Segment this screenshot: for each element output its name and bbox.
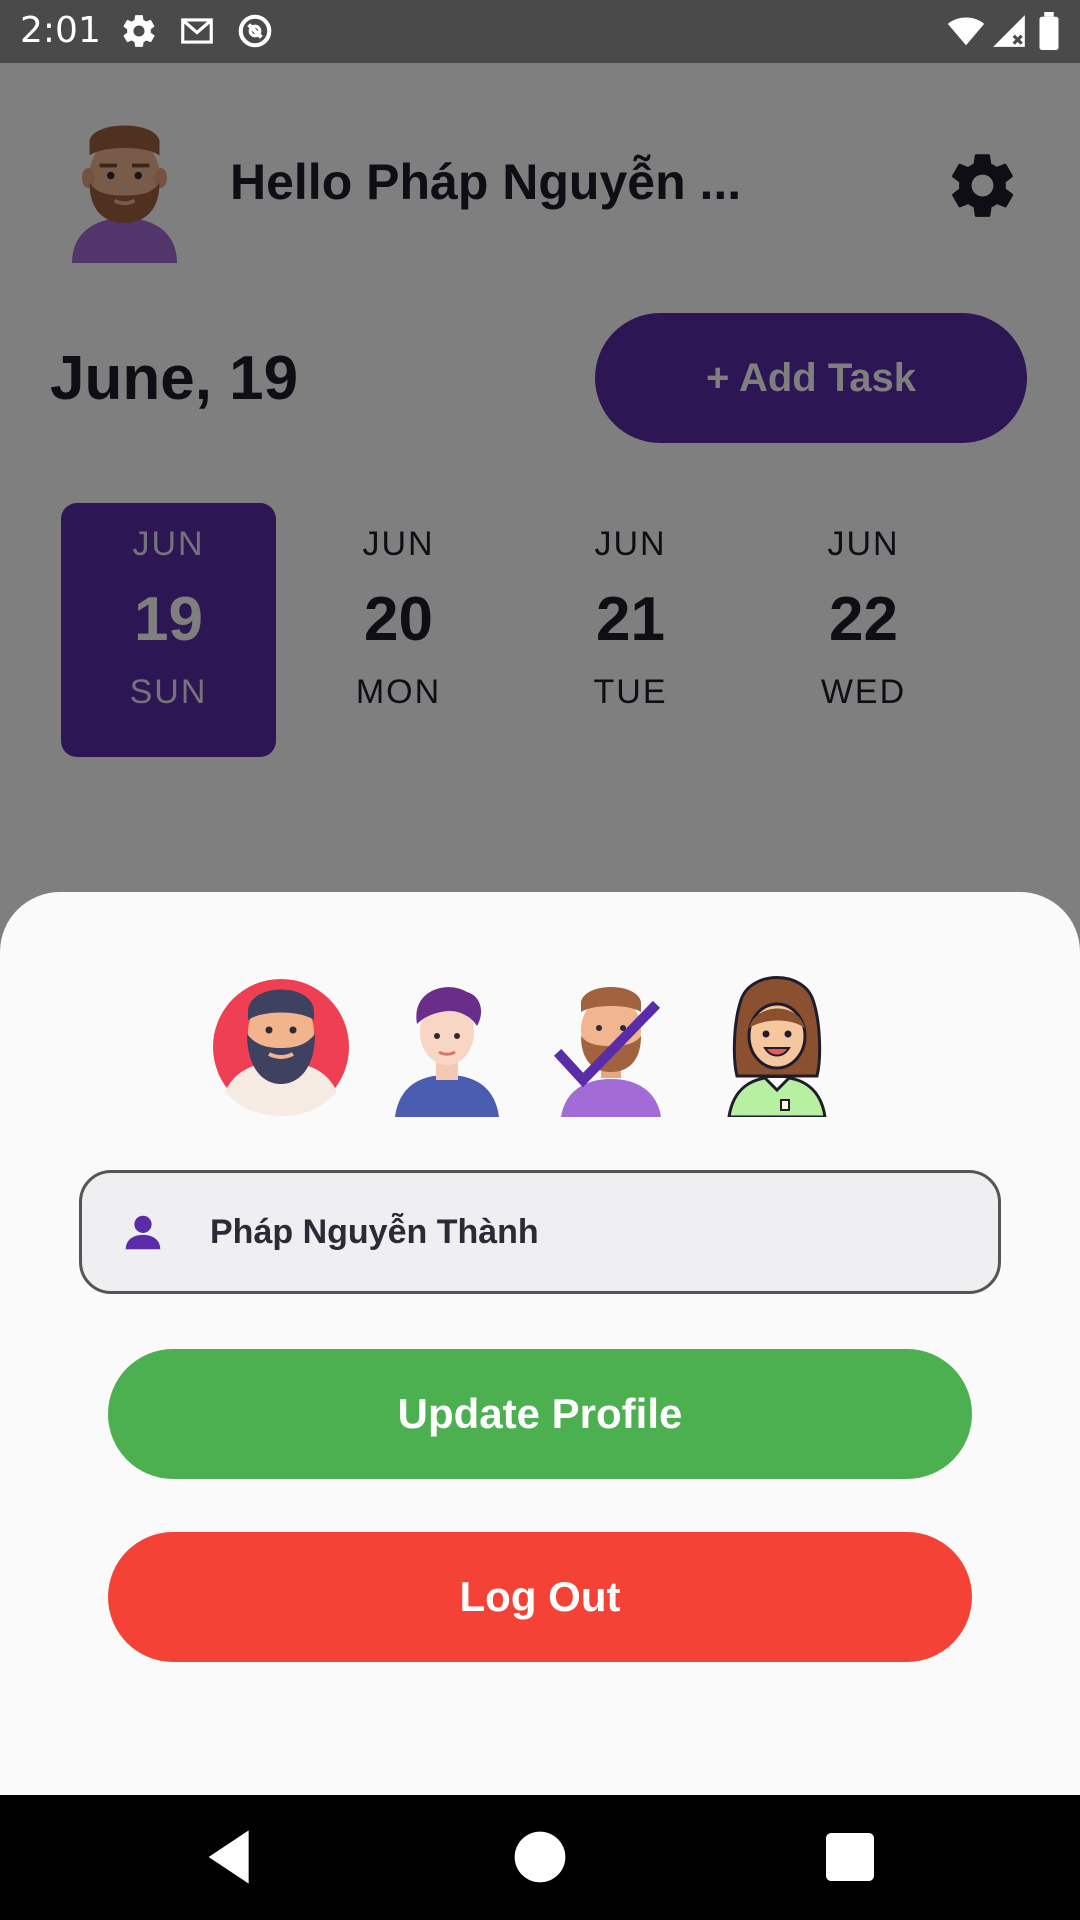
battery-icon (1036, 12, 1062, 50)
profile-bottom-sheet: Update Profile Log Out (0, 892, 1080, 1795)
young-man-avatar[interactable] (377, 972, 517, 1117)
bearded-man-red-avatar[interactable] (211, 972, 351, 1117)
navigation-bar (0, 1795, 1080, 1920)
status-time: 2:01 (20, 10, 101, 51)
signal-icon (990, 12, 1028, 50)
update-profile-button[interactable]: Update Profile (108, 1349, 972, 1479)
settings-icon (120, 12, 158, 50)
log-out-button[interactable]: Log Out (108, 1532, 972, 1662)
wifi-icon (944, 12, 988, 50)
sync-icon (236, 12, 274, 50)
person-icon (120, 1209, 166, 1255)
bearded-man-avatar-selected[interactable] (541, 972, 681, 1117)
name-input[interactable] (210, 1212, 970, 1252)
gmail-icon (176, 12, 218, 50)
home-icon[interactable] (508, 1825, 572, 1889)
recents-icon[interactable] (818, 1825, 882, 1889)
woman-avatar[interactable] (707, 972, 847, 1117)
back-icon[interactable] (198, 1825, 262, 1889)
status-bar: 2:01 (0, 0, 1080, 63)
name-field[interactable] (79, 1170, 1001, 1294)
